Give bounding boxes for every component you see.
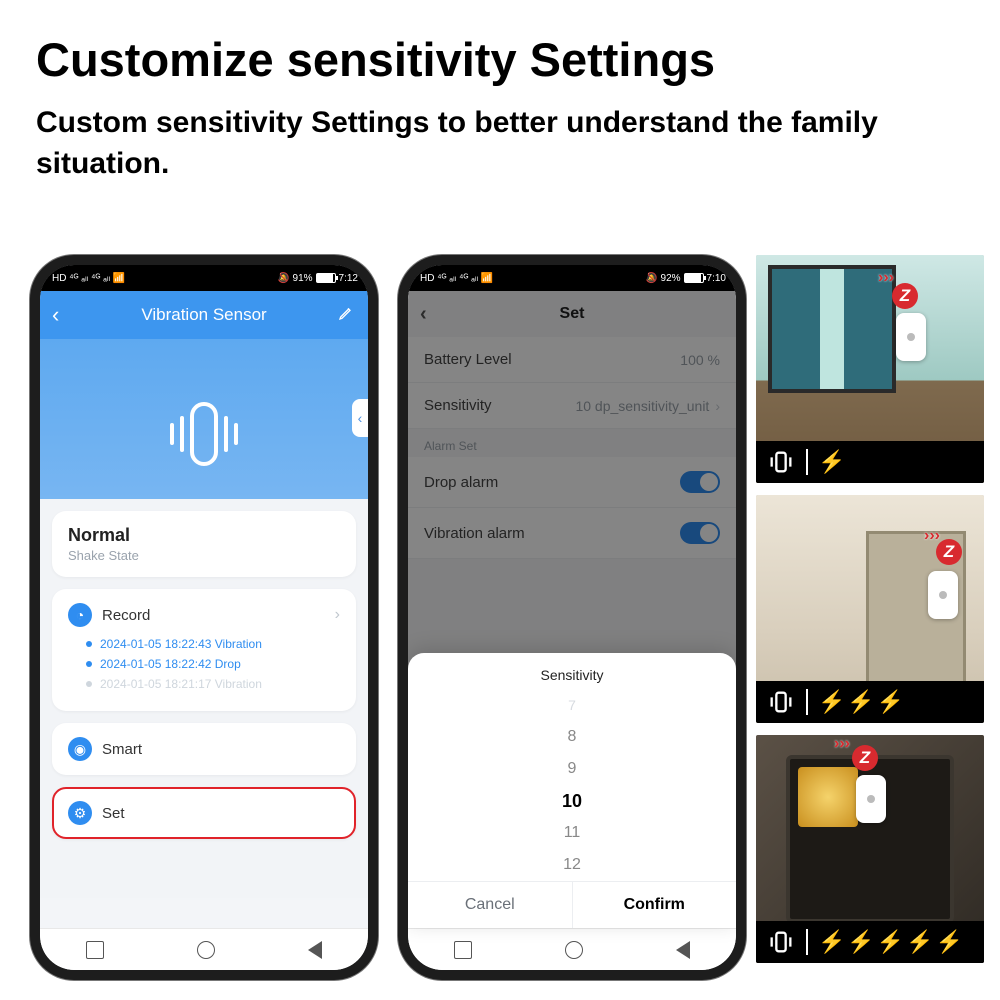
header-title: Vibration Sensor [141, 305, 266, 325]
status-card: Normal Shake State [52, 511, 356, 577]
status-subtitle: Shake State [68, 548, 340, 563]
smart-label: Smart [102, 741, 340, 758]
sensor-device-icon [856, 775, 886, 823]
bolt-icon: ⚡ [936, 929, 963, 955]
vibration-small-icon [756, 928, 806, 956]
bolt-icon: ⚡ [877, 689, 904, 715]
phone-mock-settings: HD ⁴ᴳ ₐₗₗ ⁴ᴳ ₐₗₗ 📶 🔋 ℕ 🔵 ⚡ 🔕 92% 7:10 ‹ … [398, 255, 746, 980]
nav-recent-button[interactable] [454, 941, 472, 959]
use-case-tiles: Z ››› ⚡ Z ››› ⚡⚡⚡ [756, 255, 984, 963]
record-label: Record [102, 607, 325, 624]
record-list: 2024-01-05 18:22:43 Vibration 2024-01-05… [86, 637, 340, 691]
nav-recent-button[interactable] [86, 941, 104, 959]
clock-icon: ◔ [68, 603, 92, 627]
picker-option[interactable]: 8 [408, 721, 736, 753]
signal-icon: ››› [878, 269, 894, 287]
bolt-icon: ⚡ [877, 929, 904, 955]
status-time: 7:10 [707, 273, 726, 284]
usecase-door-tile: Z ››› ⚡⚡⚡ [756, 495, 984, 723]
picker-confirm-button[interactable]: Confirm [573, 882, 737, 928]
nav-back-button[interactable] [676, 941, 690, 959]
set-card[interactable]: ⚙ Set [52, 787, 356, 839]
zigbee-icon: Z [852, 745, 878, 771]
status-battery-pct: 91% [293, 273, 313, 284]
chevron-right-icon: › [335, 606, 340, 624]
phone-mock-main: HD ⁴ᴳ ₐₗₗ ⁴ᴳ ₐₗₗ 📶 🔋 ℕ 🔵 ⚡ 🔕 91% 7:12 ‹ … [30, 255, 378, 980]
nav-home-button[interactable] [197, 941, 215, 959]
battery-icon [684, 273, 704, 283]
picker-wheel[interactable]: 7 8 9 10 11 12 13 [408, 689, 736, 881]
page-title: Customize sensitivity Settings [0, 0, 1000, 99]
intensity-level-5: ⚡⚡⚡⚡⚡ [808, 929, 963, 955]
sensor-device-icon [896, 313, 926, 361]
sensitivity-picker: Sensitivity 7 8 9 10 11 12 13 Cancel Con… [408, 653, 736, 928]
record-card[interactable]: ◔ Record › 2024-01-05 18:22:43 Vibration… [52, 589, 356, 711]
picker-cancel-button[interactable]: Cancel [408, 882, 573, 928]
back-button[interactable]: ‹ [52, 302, 59, 328]
intensity-level-1: ⚡ [808, 449, 845, 475]
app-header: ‹ Vibration Sensor [40, 291, 368, 339]
bolt-icon: ⚡ [847, 929, 874, 955]
record-item: 2024-01-05 18:22:42 Drop [86, 657, 340, 671]
drawer-handle[interactable]: ‹ [352, 399, 368, 437]
intensity-level-3: ⚡⚡⚡ [808, 689, 904, 715]
phone-notch [128, 265, 280, 289]
android-nav-bar [40, 928, 368, 970]
bolt-icon: ⚡ [818, 449, 845, 475]
page-subtitle: Custom sensitivity Settings to better un… [0, 99, 1000, 206]
record-item: 2024-01-05 18:22:43 Vibration [86, 637, 340, 651]
picker-option[interactable]: 9 [408, 753, 736, 785]
zigbee-icon: Z [892, 283, 918, 309]
vibration-icon [170, 402, 238, 466]
usecase-safe-tile: Z ››› ⚡⚡⚡⚡⚡ [756, 735, 984, 963]
nav-home-button[interactable] [565, 941, 583, 959]
bolt-icon: ⚡ [818, 929, 845, 955]
bolt-icon: ⚡ [847, 689, 874, 715]
record-item: 2024-01-05 18:21:17 Vibration [86, 677, 340, 691]
vibration-small-icon [756, 448, 806, 476]
status-battery-pct: 92% [661, 273, 681, 284]
android-nav-bar [408, 928, 736, 970]
gear-icon: ⚙ [68, 801, 92, 825]
bolt-icon: ⚡ [818, 689, 845, 715]
bolt-icon: ⚡ [906, 929, 933, 955]
phone-notch [496, 265, 648, 289]
status-title: Normal [68, 525, 340, 546]
picker-option[interactable]: 7 [408, 689, 736, 721]
picker-option-selected[interactable]: 10 [408, 785, 736, 817]
battery-icon [316, 273, 336, 283]
signal-icon: ››› [834, 735, 850, 753]
edit-button[interactable] [338, 305, 354, 326]
nav-back-button[interactable] [308, 941, 322, 959]
sensor-device-icon [928, 571, 958, 619]
smart-icon: ◉ [68, 737, 92, 761]
set-label: Set [102, 805, 340, 822]
smart-card[interactable]: ◉ Smart [52, 723, 356, 775]
picker-option[interactable]: 11 [408, 817, 736, 849]
picker-title: Sensitivity [408, 653, 736, 689]
status-time: 7:12 [339, 273, 358, 284]
usecase-window-tile: Z ››› ⚡ [756, 255, 984, 483]
picker-option[interactable]: 12 [408, 849, 736, 881]
signal-icon: ››› [924, 527, 940, 545]
vibration-small-icon [756, 688, 806, 716]
